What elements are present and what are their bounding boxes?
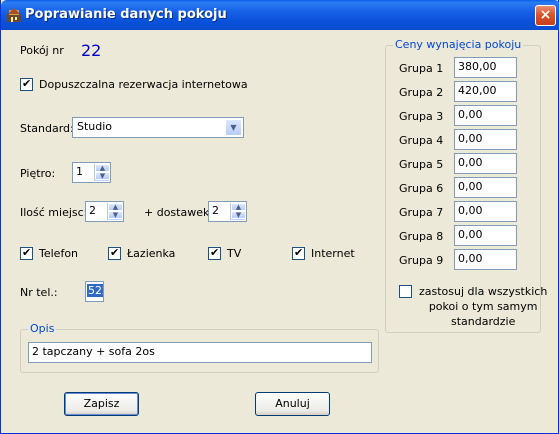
- floor-stepper[interactable]: 1 ▲ ▼: [72, 162, 111, 183]
- check-icon: ✔: [22, 246, 32, 259]
- apply-all-checkbox[interactable]: [399, 285, 412, 298]
- lazienka-label: Łazienka: [127, 247, 176, 260]
- group-1-label: Grupa 1: [399, 62, 444, 75]
- cancel-button[interactable]: Anuluj: [255, 392, 330, 416]
- check-icon: ✔: [22, 77, 32, 90]
- apply-all-line-2: pokoi o tym samym: [428, 300, 538, 313]
- phone-input[interactable]: 522: [85, 281, 104, 302]
- arrow-down-icon[interactable]: ▼: [108, 211, 123, 219]
- apply-all-line-1: zastosuj dla wszystkich: [419, 285, 548, 298]
- apply-all-label: zastosuj dla wszystkich pokoi o tym samy…: [419, 284, 547, 329]
- group-8-label: Grupa 8: [399, 230, 444, 243]
- group-3-price-input[interactable]: 0,00: [454, 105, 517, 126]
- places-stepper[interactable]: 2 ▲ ▼: [85, 201, 124, 222]
- group-8-price-input[interactable]: 0,00: [454, 225, 517, 246]
- description-input[interactable]: 2 tapczany + sofa 2os: [28, 342, 372, 363]
- group-9-label: Grupa 9: [399, 254, 444, 267]
- dialog-window: Poprawianie danych pokoju × Pokój nr 22 …: [0, 0, 559, 434]
- group-7-price-input[interactable]: 0,00: [454, 201, 517, 222]
- group-5-label: Grupa 5: [399, 158, 444, 171]
- group-5-price-input[interactable]: 0,00: [454, 153, 517, 174]
- arrow-down-icon[interactable]: ▼: [231, 211, 246, 219]
- app-icon: [7, 8, 21, 22]
- check-icon: ✔: [210, 246, 220, 259]
- extra-beds-value: 2: [212, 204, 219, 217]
- group-2-label: Grupa 2: [399, 86, 444, 99]
- group-4-price-input[interactable]: 0,00: [454, 129, 517, 150]
- group-6-label: Grupa 6: [399, 182, 444, 195]
- group-2-price-input[interactable]: 420,00: [454, 81, 517, 102]
- stepper-arrows[interactable]: ▲ ▼: [107, 203, 123, 220]
- internet-reservation-label: Dopuszczalna rezerwacja internetowa: [39, 78, 248, 91]
- window-title: Poprawianie danych pokoju: [25, 7, 227, 22]
- arrow-down-icon[interactable]: ▼: [95, 172, 110, 180]
- telefon-checkbox[interactable]: ✔: [20, 246, 33, 260]
- arrow-up-icon[interactable]: ▲: [231, 203, 246, 211]
- internet-label: Internet: [311, 247, 355, 260]
- extra-beds-label: + dostawek:: [144, 206, 214, 219]
- apply-all-line-3: standardzie: [450, 315, 516, 328]
- description-caption: Opis: [28, 322, 57, 335]
- group-3-label: Grupa 3: [399, 110, 444, 123]
- stepper-arrows[interactable]: ▲ ▼: [94, 164, 110, 181]
- extra-beds-stepper[interactable]: 2 ▲ ▼: [208, 201, 247, 222]
- internet-checkbox[interactable]: ✔: [292, 246, 305, 260]
- prices-caption: Ceny wynajęcia pokoju: [393, 38, 524, 51]
- phone-label: Nr tel.:: [20, 286, 58, 299]
- group-9-price-input[interactable]: 0,00: [454, 249, 517, 270]
- standard-select[interactable]: Studio ▼: [72, 117, 244, 138]
- room-number-value: 22: [81, 41, 102, 60]
- lazienka-checkbox[interactable]: ✔: [108, 246, 121, 260]
- stepper-arrows[interactable]: ▲ ▼: [230, 203, 246, 220]
- places-value: 2: [89, 204, 96, 217]
- standard-value: Studio: [77, 120, 113, 133]
- room-number-label: Pokój nr: [20, 44, 64, 57]
- places-label: Ilość miejsc:: [20, 206, 88, 219]
- telefon-label: Telefon: [39, 247, 79, 260]
- tv-checkbox[interactable]: ✔: [208, 246, 221, 260]
- chevron-down-icon[interactable]: ▼: [225, 119, 242, 136]
- group-4-label: Grupa 4: [399, 134, 444, 147]
- phone-value: 522: [87, 284, 103, 297]
- check-icon: ✔: [294, 246, 304, 259]
- floor-value: 1: [76, 165, 83, 178]
- arrow-up-icon[interactable]: ▲: [95, 164, 110, 172]
- arrow-up-icon[interactable]: ▲: [108, 203, 123, 211]
- group-7-label: Grupa 7: [399, 206, 444, 219]
- standard-label: Standard:: [20, 122, 74, 135]
- internet-reservation-checkbox[interactable]: ✔: [20, 77, 33, 91]
- title-bar[interactable]: Poprawianie danych pokoju ×: [1, 0, 559, 30]
- close-button[interactable]: ×: [535, 5, 556, 26]
- group-1-price-input[interactable]: 380,00: [454, 57, 517, 78]
- check-icon: ✔: [110, 246, 120, 259]
- save-button[interactable]: Zapisz: [64, 392, 139, 416]
- tv-label: TV: [227, 247, 242, 260]
- group-6-price-input[interactable]: 0,00: [454, 177, 517, 198]
- floor-label: Piętro:: [20, 167, 56, 180]
- close-icon: ×: [539, 7, 552, 23]
